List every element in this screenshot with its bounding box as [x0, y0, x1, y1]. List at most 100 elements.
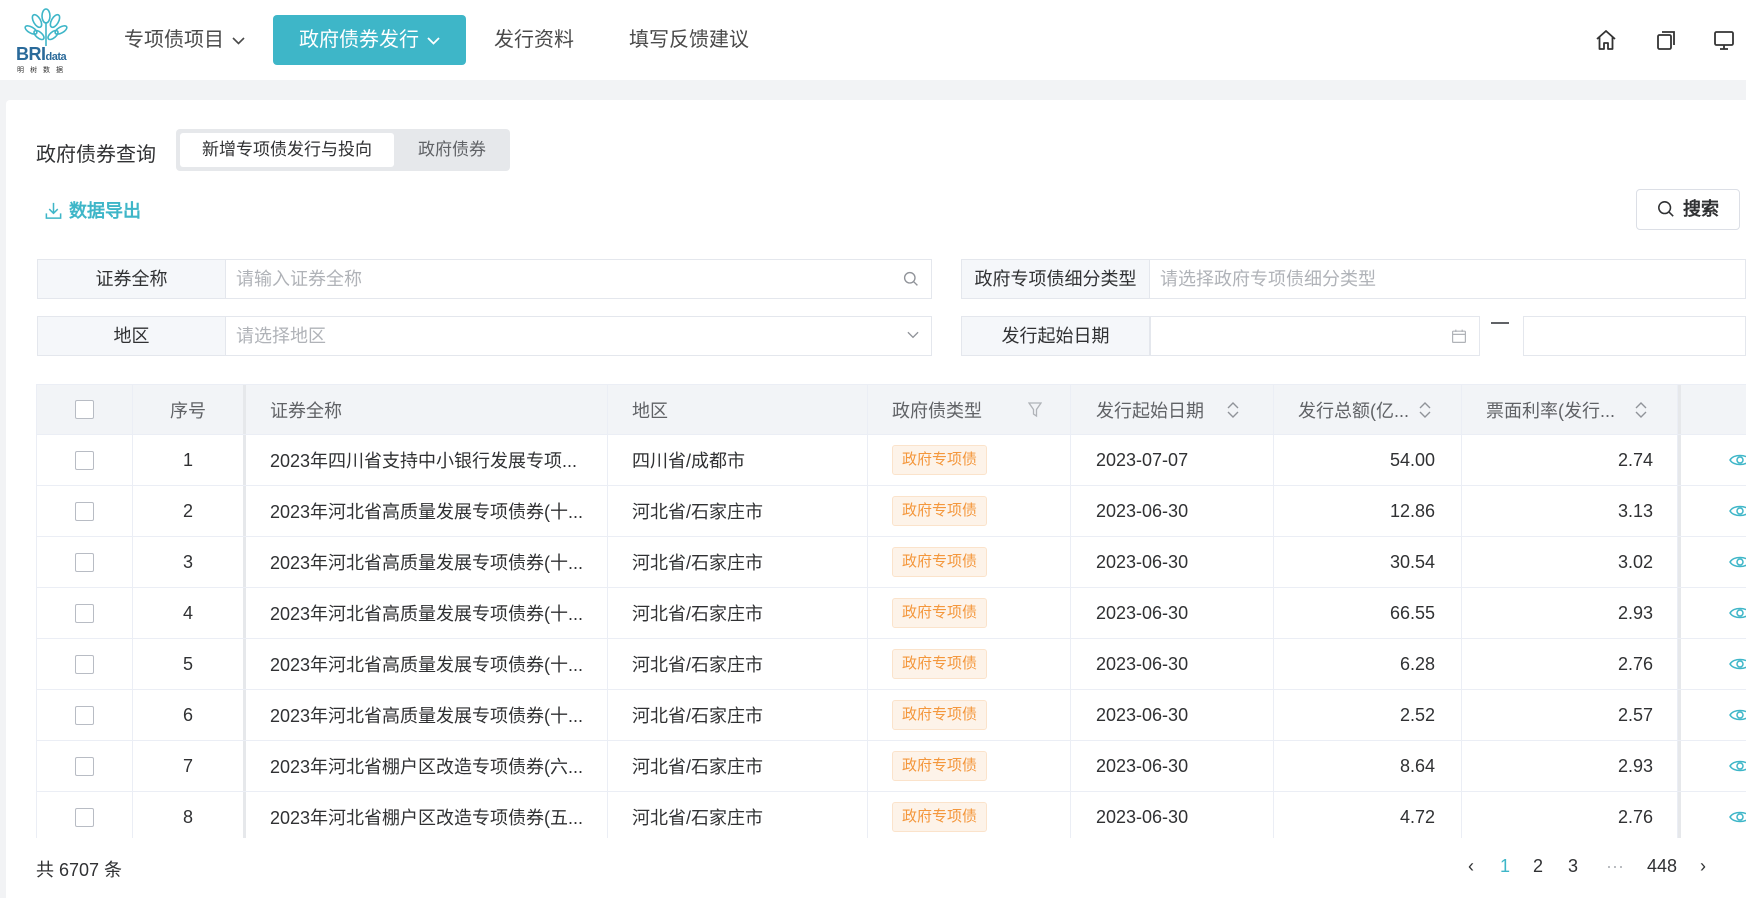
view-eye-icon[interactable]	[1729, 605, 1746, 621]
export-data-button[interactable]: 数据导出	[44, 197, 141, 223]
tab-gov-bond[interactable]: 政府债券	[398, 133, 506, 167]
filter-label-name: 证券全称	[37, 259, 226, 299]
view-eye-icon[interactable]	[1729, 707, 1746, 723]
cell-index: 4	[133, 588, 246, 638]
cell-name: 2023年河北省高质量发展专项债券(十...	[246, 588, 608, 638]
page-3[interactable]: 3	[1568, 856, 1578, 877]
table-header-row: 序号 证券全称 地区 政府债类型 发行起始日期 发行总额(亿... 票面利率(发…	[37, 385, 1746, 435]
view-eye-icon[interactable]	[1729, 554, 1746, 570]
chevron-down-icon	[907, 331, 919, 339]
filter-icon[interactable]	[1028, 402, 1042, 418]
row-checkbox[interactable]	[75, 756, 94, 776]
cell-amount: 12.86	[1274, 486, 1462, 536]
region-select[interactable]: 请选择地区	[226, 316, 932, 356]
header-amount-label: 发行总额(亿...	[1298, 400, 1409, 421]
table-row[interactable]: 5 2023年河北省高质量发展专项债券(十... 河北省/石家庄市 政府专项债 2023…	[37, 639, 1746, 690]
cell-region: 河北省/石家庄市	[608, 690, 868, 740]
cell-index: 8	[133, 792, 246, 838]
row-checkbox[interactable]	[75, 603, 94, 623]
sort-icon[interactable]	[1635, 401, 1647, 419]
row-select-cell	[37, 741, 133, 791]
sort-icon[interactable]	[1227, 401, 1239, 419]
subtype-select[interactable]: 请选择政府专项债细分类型	[1150, 259, 1746, 299]
row-select-cell	[37, 537, 133, 587]
cell-region: 河北省/石家庄市	[608, 537, 868, 587]
security-name-input[interactable]: 请输入证券全称	[226, 259, 932, 299]
nav-item-label: 填写反馈建议	[629, 29, 749, 51]
cell-actions	[1678, 690, 1746, 740]
row-checkbox[interactable]	[75, 501, 94, 521]
header-type[interactable]: 政府债类型	[868, 385, 1071, 434]
nav-item-gov-bond-issuance[interactable]: 政府债券发行	[273, 15, 466, 65]
cell-index: 6	[133, 690, 246, 740]
filter-label-subtype: 政府专项债细分类型	[961, 259, 1150, 299]
bond-table: 序号 证券全称 地区 政府债类型 发行起始日期 发行总额(亿... 票面利率(发…	[36, 384, 1746, 838]
monitor-icon[interactable]	[1712, 28, 1736, 52]
view-eye-icon[interactable]	[1729, 656, 1746, 672]
row-checkbox[interactable]	[75, 654, 94, 674]
home-icon[interactable]	[1594, 28, 1618, 52]
table-row[interactable]: 8 2023年河北省棚户区改造专项债券(五... 河北省/石家庄市 政府专项债 2023…	[37, 792, 1746, 838]
tree-logo-icon	[24, 8, 68, 46]
table-row[interactable]: 4 2023年河北省高质量发展专项债券(十... 河北省/石家庄市 政府专项债 2023…	[37, 588, 1746, 639]
page-ellipsis[interactable]: ···	[1606, 856, 1624, 877]
row-checkbox[interactable]	[75, 450, 94, 470]
cell-type: 政府专项债	[868, 588, 1071, 638]
cell-actions	[1678, 435, 1746, 485]
table-row[interactable]: 2 2023年河北省高质量发展专项债券(十... 河北省/石家庄市 政府专项债 2023…	[37, 486, 1746, 537]
cell-name: 2023年四川省支持中小银行发展专项...	[246, 435, 608, 485]
table-row[interactable]: 7 2023年河北省棚户区改造专项债券(六... 河北省/石家庄市 政府专项债 2023…	[37, 741, 1746, 792]
prev-page-button[interactable]: ‹	[1468, 856, 1474, 877]
page-last[interactable]: 448	[1647, 856, 1677, 877]
select-all-checkbox[interactable]	[75, 400, 94, 419]
bond-type-tag: 政府专项债	[892, 649, 988, 679]
table-row[interactable]: 6 2023年河北省高质量发展专项债券(十... 河北省/石家庄市 政府专项债 2023…	[37, 690, 1746, 741]
view-eye-icon[interactable]	[1729, 758, 1746, 774]
bond-type-tag: 政府专项债	[892, 751, 988, 781]
page-2[interactable]: 2	[1533, 856, 1543, 877]
filter-label-date: 发行起始日期	[961, 316, 1150, 356]
header-date-label: 发行起始日期	[1096, 400, 1204, 421]
cell-rate: 3.02	[1462, 537, 1678, 587]
end-date-input[interactable]	[1523, 316, 1746, 356]
cell-actions	[1678, 588, 1746, 638]
start-date-input[interactable]	[1150, 316, 1480, 356]
cell-amount: 4.72	[1274, 792, 1462, 838]
view-eye-icon[interactable]	[1729, 452, 1746, 468]
cell-rate: 2.93	[1462, 588, 1678, 638]
cell-date: 2023-06-30	[1071, 792, 1274, 838]
cell-region: 河北省/石家庄市	[608, 639, 868, 689]
nav-item-feedback[interactable]: 填写反馈建议	[629, 15, 749, 65]
header-amount[interactable]: 发行总额(亿...	[1274, 385, 1462, 434]
header-actions	[1678, 385, 1746, 434]
export-label: 数据导出	[69, 201, 141, 221]
header-select-all	[37, 385, 133, 434]
row-checkbox[interactable]	[75, 552, 94, 572]
cell-index: 2	[133, 486, 246, 536]
total-count: 共 6707 条	[36, 860, 123, 880]
page-1[interactable]: 1	[1500, 856, 1510, 877]
row-checkbox[interactable]	[75, 705, 94, 725]
table-row[interactable]: 1 2023年四川省支持中小银行发展专项... 四川省/成都市 政府专项债 2023-0…	[37, 435, 1746, 486]
row-select-cell	[37, 792, 133, 838]
nav-item-issuance-documents[interactable]: 发行资料	[494, 15, 574, 65]
row-select-cell	[37, 588, 133, 638]
nav-item-special-bond-projects[interactable]: 专项债项目	[124, 15, 245, 65]
next-page-button[interactable]: ›	[1700, 856, 1706, 877]
row-checkbox[interactable]	[75, 807, 94, 827]
copy-icon[interactable]	[1654, 28, 1678, 52]
brand-logo[interactable]: BRIdata 明树数据	[14, 8, 76, 74]
table-row[interactable]: 3 2023年河北省高质量发展专项债券(十... 河北省/石家庄市 政府专项债 2023…	[37, 537, 1746, 588]
header-date[interactable]: 发行起始日期	[1071, 385, 1274, 434]
sort-icon[interactable]	[1419, 401, 1431, 419]
placeholder-text: 请输入证券全称	[236, 269, 362, 289]
tab-new-special-bond[interactable]: 新增专项债发行与投向	[180, 133, 394, 167]
search-button[interactable]: 搜索	[1636, 189, 1740, 230]
cell-rate: 2.76	[1462, 639, 1678, 689]
view-eye-icon[interactable]	[1729, 809, 1746, 825]
header-rate[interactable]: 票面利率(发行...	[1462, 385, 1678, 434]
cell-date: 2023-06-30	[1071, 741, 1274, 791]
cell-rate: 2.93	[1462, 741, 1678, 791]
view-eye-icon[interactable]	[1729, 503, 1746, 519]
cell-amount: 2.52	[1274, 690, 1462, 740]
